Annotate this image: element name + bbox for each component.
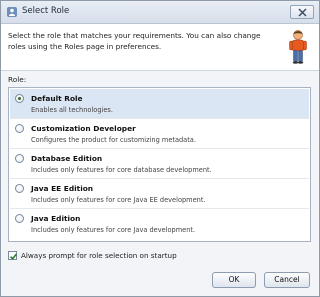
close-button[interactable] bbox=[290, 5, 314, 19]
role-name: Default Role bbox=[31, 94, 83, 103]
radio-button[interactable] bbox=[15, 184, 24, 193]
dialog-header: Select the role that matches your requir… bbox=[1, 24, 319, 71]
title-bar[interactable]: Select Role bbox=[1, 1, 319, 24]
role-list: Default Role Enables all technologies. C… bbox=[8, 87, 311, 242]
role-option-java-ee-edition[interactable]: Java EE Edition Includes only features f… bbox=[10, 179, 309, 209]
role-description: Includes only features for core Java dev… bbox=[31, 226, 196, 234]
radio-button[interactable] bbox=[15, 214, 24, 223]
role-option-default[interactable]: Default Role Enables all technologies. bbox=[10, 89, 309, 119]
select-role-dialog: Select Role Select the role that matches… bbox=[0, 0, 320, 297]
person-icon bbox=[289, 30, 307, 64]
role-option-customization-developer[interactable]: Customization Developer Configures the p… bbox=[10, 119, 309, 149]
always-prompt-checkbox[interactable] bbox=[8, 251, 17, 260]
role-description: Configures the product for customizing m… bbox=[31, 136, 196, 144]
role-option-java-edition[interactable]: Java Edition Includes only features for … bbox=[10, 209, 309, 239]
ok-button[interactable]: OK bbox=[212, 272, 256, 288]
close-icon bbox=[298, 8, 307, 17]
role-name: Customization Developer bbox=[31, 124, 136, 133]
dialog-title: Select Role bbox=[22, 6, 70, 16]
select-role-icon bbox=[6, 6, 18, 18]
role-label: Role: bbox=[8, 75, 27, 84]
radio-button[interactable] bbox=[15, 94, 24, 103]
role-description: Includes only features for core Java EE … bbox=[31, 196, 206, 204]
role-description: Enables all technologies. bbox=[31, 106, 113, 114]
role-name: Java EE Edition bbox=[31, 184, 94, 193]
checkmark-icon bbox=[10, 253, 17, 260]
role-description: Includes only features for core database… bbox=[31, 166, 212, 174]
always-prompt-label: Always prompt for role selection on star… bbox=[21, 251, 177, 260]
role-name: Database Edition bbox=[31, 154, 103, 163]
role-option-database-edition[interactable]: Database Edition Includes only features … bbox=[10, 149, 309, 179]
radio-button[interactable] bbox=[15, 124, 24, 133]
radio-button[interactable] bbox=[15, 154, 24, 163]
header-description: Select the role that matches your requir… bbox=[8, 31, 261, 51]
cancel-button[interactable]: Cancel bbox=[264, 272, 310, 288]
role-name: Java Edition bbox=[31, 214, 81, 223]
